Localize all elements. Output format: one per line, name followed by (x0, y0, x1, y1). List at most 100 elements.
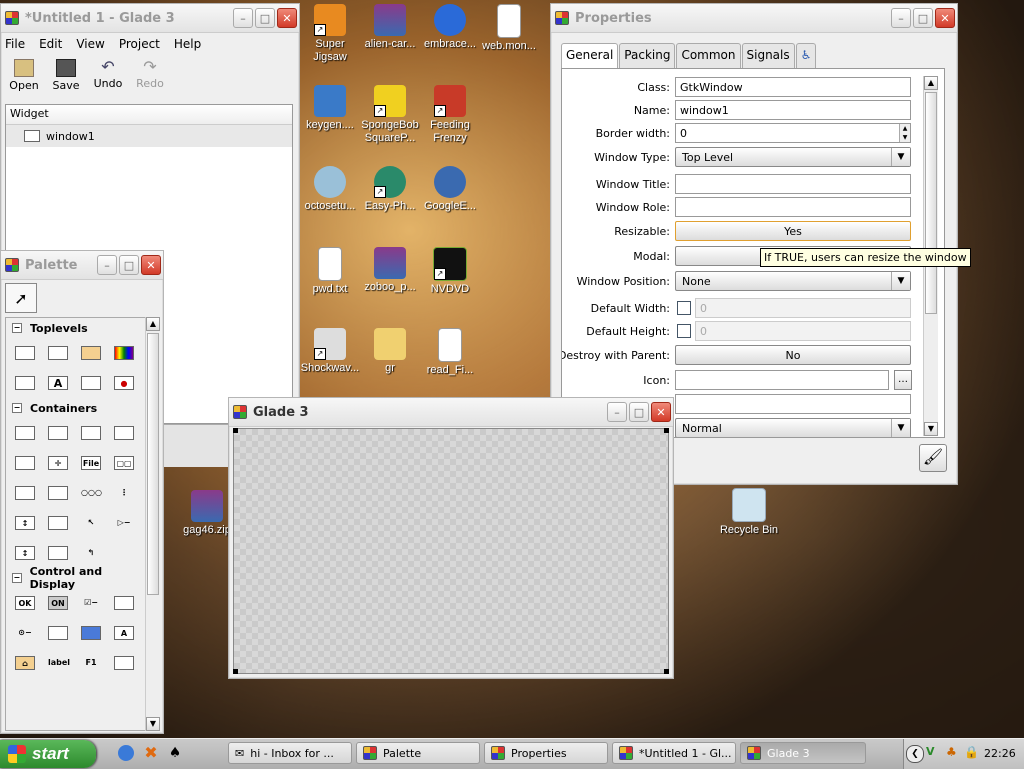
about-dialog-icon[interactable] (76, 338, 106, 368)
resize-handle[interactable] (664, 669, 669, 674)
label-widget-icon[interactable]: label (43, 648, 73, 678)
close-button[interactable]: ✕ (277, 8, 297, 28)
entry-widget-icon[interactable] (109, 648, 139, 678)
menu-help[interactable]: Help (174, 37, 201, 51)
tree-row-window1[interactable]: window1 (6, 125, 292, 147)
desktop-icon-feeding-frenzy[interactable]: ↗ Feeding Frenzy (419, 85, 481, 145)
redo-button[interactable]: ↷ Redo (129, 59, 171, 92)
desktop-icon-recycle-bin[interactable]: Recycle Bin (718, 488, 780, 537)
vpaned-icon[interactable] (43, 478, 73, 508)
section-containers[interactable]: − Containers (6, 398, 146, 418)
palette-scrollbar[interactable]: ▲ ▼ (145, 317, 160, 731)
maximize-button[interactable]: □ (119, 255, 139, 275)
expander-icon[interactable]: ▷− (109, 508, 139, 538)
quicklaunch-icon[interactable]: ♠ (166, 744, 184, 762)
dialog-widget-icon[interactable] (43, 338, 73, 368)
design-canvas[interactable] (233, 428, 669, 674)
window-role-field[interactable] (675, 197, 911, 217)
resize-handle[interactable] (233, 428, 238, 433)
layout-icon[interactable]: ↕ (10, 508, 40, 538)
table-icon[interactable] (76, 418, 106, 448)
desktop-icon-super-jigsaw[interactable]: ↗ Super Jigsaw (299, 4, 361, 64)
tab-accessibility[interactable]: ♿ (795, 43, 817, 68)
vbuttonbox-icon[interactable]: ⋮ (109, 478, 139, 508)
tray-expand-icon[interactable]: ❮ (906, 745, 924, 763)
start-button[interactable]: start (0, 740, 96, 768)
accel-label-icon[interactable]: F1 (76, 648, 106, 678)
tray-icon[interactable]: ♣ (946, 745, 960, 761)
button-widget-icon[interactable]: OK (10, 588, 40, 618)
desktop-icon-octosetup[interactable]: octosetu... (299, 166, 361, 213)
message-dialog-icon[interactable]: ● (109, 368, 139, 398)
desktop-icon-keygen[interactable]: keygen.... (299, 85, 361, 132)
taskbar-button-glade3[interactable]: Glade 3 (740, 742, 866, 764)
link-button-icon[interactable]: ⌂ (10, 648, 40, 678)
scroll-up-arrow[interactable]: ▲ (924, 76, 938, 90)
selector-pointer-icon[interactable]: ➚ (5, 283, 37, 313)
window-position-select[interactable]: None ▼ (675, 271, 911, 291)
desktop-icon-gr[interactable]: gr (359, 328, 421, 375)
hpaned-icon[interactable] (10, 478, 40, 508)
desktop-icon-read-fi[interactable]: read_Fi... (419, 328, 481, 377)
main-window-titlebar[interactable]: *Untitled 1 - Glade 3 – □ ✕ (1, 4, 299, 33)
palette-titlebar[interactable]: Palette – □ ✕ (1, 251, 163, 280)
open-button[interactable]: Open (3, 59, 45, 92)
event-box-icon[interactable]: ↖ (76, 508, 106, 538)
tab-general[interactable]: General (561, 43, 619, 68)
desktop-icon-shockwave[interactable]: ↗ Shockwav... (299, 328, 361, 375)
desktop-icon-google-earth[interactable]: GoogleE... (419, 166, 481, 213)
default-height-spinner[interactable]: 0 (695, 321, 911, 341)
ie-icon[interactable] (118, 745, 134, 761)
toolbar-icon[interactable]: ▢▢ (109, 448, 139, 478)
fixed-icon[interactable] (43, 508, 73, 538)
app-quicklaunch-icon[interactable]: ✖ (142, 744, 160, 762)
destroy-with-parent-toggle[interactable]: No (675, 345, 911, 365)
window-widget-icon[interactable] (10, 338, 40, 368)
spinner-arrows-icon[interactable]: ▲ ▼ (899, 124, 910, 142)
window-type-select[interactable]: Top Level ▼ (675, 147, 911, 167)
align-arrow-icon[interactable]: ↰ (76, 538, 106, 568)
vc-tray-icon[interactable]: V (926, 745, 942, 761)
viewport-icon[interactable]: ↕ (10, 538, 40, 568)
desktop-icon-embrace[interactable]: embrace... (419, 4, 481, 51)
icon-field[interactable] (675, 370, 889, 390)
save-button[interactable]: Save (45, 59, 87, 92)
default-height-checkbox[interactable] (677, 324, 691, 338)
scroll-thumb[interactable] (147, 333, 159, 595)
resize-handle[interactable] (233, 669, 238, 674)
file-chooser-icon[interactable] (10, 368, 40, 398)
color-selection-icon[interactable] (109, 338, 139, 368)
menu-edit[interactable]: Edit (39, 37, 62, 51)
hbuttonbox-icon[interactable]: ○○○ (76, 478, 106, 508)
close-button[interactable]: ✕ (935, 8, 955, 28)
radio-button-icon[interactable]: ⊙− (10, 618, 40, 648)
minimize-button[interactable]: – (891, 8, 911, 28)
glade3-titlebar[interactable]: Glade 3 – □ ✕ (229, 398, 673, 427)
desktop-icon-alien-car[interactable]: alien-car... (359, 4, 421, 51)
default-width-spinner[interactable]: 0 (695, 298, 911, 318)
menu-view[interactable]: View (76, 37, 104, 51)
font-button-icon[interactable]: A (109, 618, 139, 648)
menu-file[interactable]: File (5, 37, 25, 51)
tab-common[interactable]: Common (676, 43, 741, 68)
scroll-down-arrow[interactable]: ▼ (146, 717, 160, 731)
close-button[interactable]: ✕ (651, 402, 671, 422)
maximize-button[interactable]: □ (255, 8, 275, 28)
maximize-button[interactable]: □ (629, 402, 649, 422)
clock[interactable]: 22:26 (984, 747, 1016, 760)
border-width-spinner[interactable]: 0 ▲ ▼ (675, 123, 911, 143)
scroll-down-arrow[interactable]: ▼ (924, 422, 938, 436)
input-dialog-icon[interactable] (76, 368, 106, 398)
frame-icon[interactable] (10, 448, 40, 478)
desktop-icon-spongebob[interactable]: ↗ SpongeBob SquareP... (359, 85, 421, 145)
resizable-toggle[interactable]: Yes (675, 221, 911, 241)
desktop-icon-web-mon[interactable]: web.mon... (478, 4, 540, 53)
name-field[interactable]: window1 (675, 100, 911, 120)
clear-property-button[interactable]: 🖌 (919, 444, 947, 472)
window-title-field[interactable] (675, 174, 911, 194)
security-tray-icon[interactable]: 🔒 (964, 745, 979, 761)
desktop-icon-pwd[interactable]: pwd.txt (299, 247, 361, 296)
browse-icon-button[interactable]: … (894, 370, 912, 390)
maximize-button[interactable]: □ (913, 8, 933, 28)
notebook-icon[interactable] (109, 418, 139, 448)
